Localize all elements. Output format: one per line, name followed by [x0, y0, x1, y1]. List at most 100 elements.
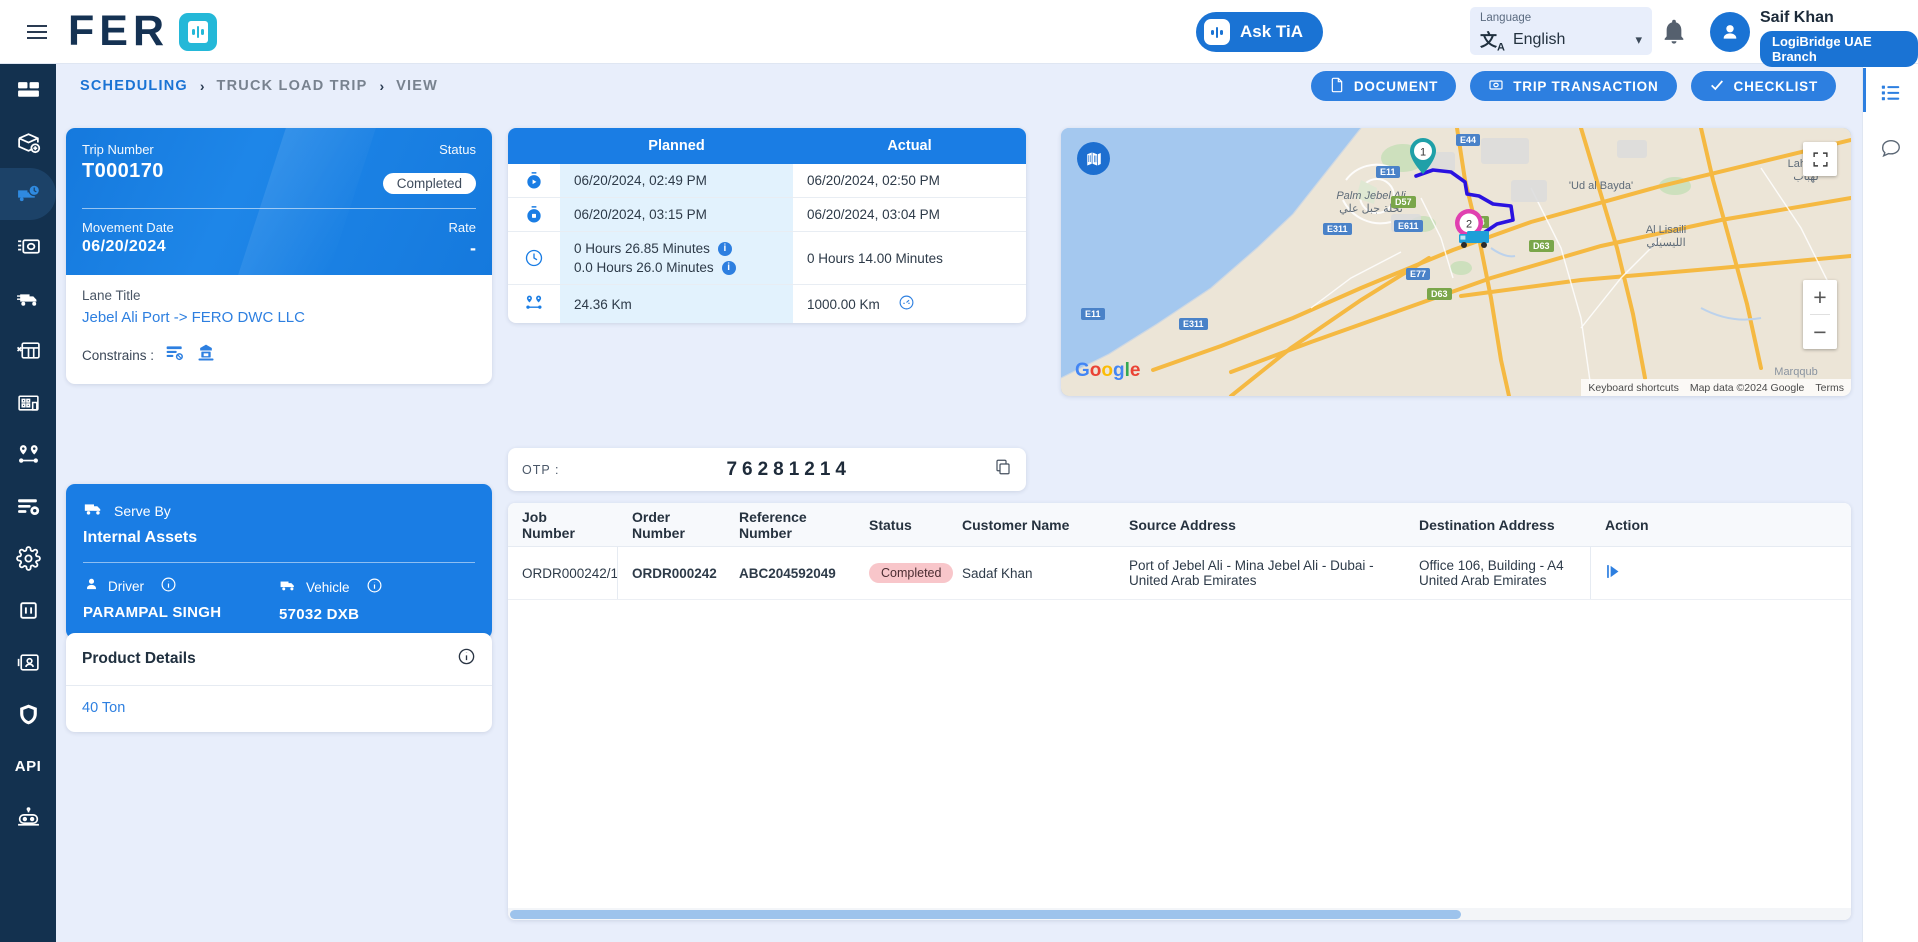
- route-pins-icon: [508, 285, 560, 323]
- sidebar-item-billing[interactable]: [0, 220, 56, 272]
- serve-by-value: Internal Assets: [83, 529, 475, 547]
- planned-cell: 24.36 Km: [560, 285, 793, 323]
- status-badge: Completed: [383, 173, 476, 194]
- divider: [82, 208, 476, 209]
- sidebar-item-warehouse[interactable]: [0, 376, 56, 428]
- fullscreen-icon[interactable]: [1803, 142, 1837, 176]
- rate-label: Rate: [449, 220, 476, 235]
- table-row[interactable]: ORDR000242/1 ORDR000242 ABC204592049 Com…: [508, 547, 1851, 600]
- column-header-customer-name[interactable]: Customer Name: [948, 517, 1115, 533]
- sidebar-item-scheduling[interactable]: [0, 168, 56, 220]
- google-logo: Google: [1075, 360, 1140, 382]
- trip-transaction-button[interactable]: TRIP TRANSACTION: [1470, 71, 1676, 101]
- top-actions: DOCUMENT TRIP TRANSACTION CHECKLIST: [1311, 71, 1836, 101]
- sidebar-item-api[interactable]: API: [0, 740, 56, 792]
- sidebar-item-add-order[interactable]: [0, 116, 56, 168]
- zoom-in-button[interactable]: +: [1803, 280, 1837, 314]
- map-shield: E611: [1394, 220, 1423, 232]
- product-value[interactable]: 40 Ton: [82, 700, 125, 716]
- product-details-card: Product Details 40 Ton: [66, 633, 492, 732]
- trip-number-label: Trip Number: [82, 142, 164, 157]
- column-header-destination-address[interactable]: Destination Address: [1405, 517, 1590, 533]
- app-logo[interactable]: FER: [68, 10, 217, 53]
- cell-action: [1591, 547, 1686, 599]
- product-info-icon[interactable]: [457, 647, 476, 671]
- sidebar-item-config[interactable]: [0, 480, 56, 532]
- driver-label: Driver: [108, 579, 144, 594]
- sidebar-item-contacts[interactable]: [0, 636, 56, 688]
- no-invoice-icon[interactable]: [165, 343, 185, 368]
- info-icon[interactable]: i: [722, 261, 736, 275]
- sidebar-item-routes[interactable]: [0, 428, 56, 480]
- breadcrumb-bar: SCHEDULING › TRUCK LOAD TRIP › VIEW DOCU…: [56, 64, 1862, 108]
- notifications-bell-icon[interactable]: [1660, 18, 1688, 46]
- breadcrumb-item-truck-load-trip[interactable]: TRUCK LOAD TRIP: [217, 78, 368, 94]
- odometer-icon[interactable]: [898, 294, 915, 314]
- sidebar-item-bot[interactable]: [0, 792, 56, 844]
- vehicle-number: 57032 DXB: [279, 606, 475, 623]
- map-zoom-controls[interactable]: + −: [1803, 280, 1837, 349]
- activity-list-icon[interactable]: [1863, 64, 1918, 120]
- svg-text:1: 1: [1420, 147, 1426, 159]
- planned-actual-row: 06/20/2024, 02:49 PM 06/20/2024, 02:50 P…: [508, 164, 1026, 198]
- vehicle-label: Vehicle: [306, 580, 350, 595]
- column-header-status[interactable]: Status: [855, 517, 948, 533]
- map-layer-button[interactable]: [1077, 142, 1110, 175]
- scrollbar-thumb[interactable]: [510, 910, 1461, 919]
- document-button[interactable]: DOCUMENT: [1311, 71, 1456, 101]
- map-shield: E311: [1323, 223, 1352, 235]
- user-branch-badge[interactable]: LogiBridge UAE Branch: [1760, 31, 1918, 67]
- sidebar-item-archive[interactable]: [0, 584, 56, 636]
- user-name: Saif Khan: [1760, 8, 1918, 28]
- map-marker-1[interactable]: 1: [1409, 138, 1437, 179]
- expand-row-icon[interactable]: [1605, 563, 1622, 583]
- horizontal-scrollbar[interactable]: [508, 908, 1851, 920]
- document-label: DOCUMENT: [1354, 79, 1438, 94]
- orders-table-body: ORDR000242/1 ORDR000242 ABC204592049 Com…: [508, 547, 1851, 908]
- map-truck-icon: [1457, 226, 1497, 255]
- lane-title-label: Lane Title: [82, 288, 476, 303]
- route-map[interactable]: + − 1 2 Palm Jebel Ali نخلة جبل علي 'Ud …: [1061, 128, 1851, 396]
- sidebar-item-settings[interactable]: [0, 532, 56, 584]
- sidebar-item-reports[interactable]: [0, 324, 56, 376]
- column-header-reference-number[interactable]: Reference Number: [725, 509, 855, 541]
- ask-tia-button[interactable]: Ask TiA: [1196, 12, 1323, 52]
- person-icon: [83, 576, 100, 596]
- driver-info-icon[interactable]: [160, 576, 177, 596]
- cell-order-number[interactable]: ORDR000242: [618, 547, 725, 599]
- column-header-job-number[interactable]: Job Number: [508, 509, 617, 541]
- keyboard-shortcuts-link[interactable]: Keyboard shortcuts: [1588, 382, 1678, 394]
- avatar[interactable]: [1710, 12, 1750, 52]
- zoom-out-button[interactable]: −: [1803, 315, 1837, 349]
- cell-reference-number[interactable]: ABC204592049: [725, 547, 855, 599]
- map-shield: E44: [1456, 134, 1480, 146]
- menu-toggle-icon[interactable]: [20, 15, 54, 49]
- weighbridge-icon[interactable]: [196, 343, 216, 368]
- product-details-title: Product Details: [82, 650, 196, 668]
- left-nav-rail: API: [0, 64, 56, 942]
- check-icon: [1709, 77, 1725, 96]
- lane-title-value[interactable]: Jebel Ali Port -> FERO DWC LLC: [82, 309, 476, 326]
- language-selector[interactable]: Language 文A English ▾: [1470, 7, 1652, 55]
- column-header-source-address[interactable]: Source Address: [1115, 517, 1405, 533]
- map-footer: Keyboard shortcuts Map data ©2024 Google…: [1581, 379, 1851, 396]
- breadcrumb-item-scheduling[interactable]: SCHEDULING: [80, 78, 188, 94]
- ask-tia-label: Ask TiA: [1240, 22, 1303, 42]
- brand-cube-icon: [179, 13, 217, 51]
- actual-cell: 0 Hours 14.00 Minutes: [793, 232, 1026, 284]
- sidebar-item-security[interactable]: [0, 688, 56, 740]
- sidebar-item-dashboard[interactable]: [0, 64, 56, 116]
- movement-date-value: 06/20/2024: [82, 238, 174, 256]
- terms-link[interactable]: Terms: [1815, 382, 1844, 394]
- planned-actual-header: Planned Actual: [508, 128, 1026, 164]
- vehicle-info-icon[interactable]: [366, 577, 383, 597]
- comments-chat-icon[interactable]: [1863, 120, 1918, 176]
- column-header-order-number[interactable]: Order Number: [618, 509, 725, 541]
- map-shield: E11: [1081, 308, 1105, 320]
- sidebar-item-fleet[interactable]: [0, 272, 56, 324]
- checklist-button[interactable]: CHECKLIST: [1691, 71, 1836, 101]
- breadcrumb-item-view[interactable]: VIEW: [396, 78, 438, 94]
- copy-icon[interactable]: [994, 458, 1012, 481]
- right-nav-rail: [1862, 64, 1918, 942]
- info-icon[interactable]: i: [718, 242, 732, 256]
